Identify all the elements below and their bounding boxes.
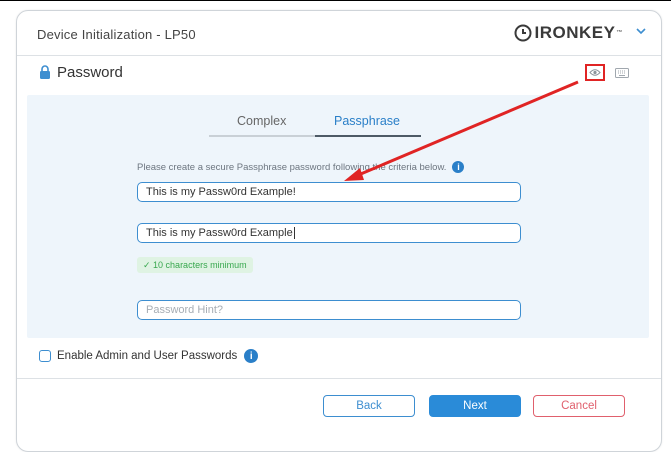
password-input[interactable]: This is my Passw0rd Example! xyxy=(137,182,521,202)
show-password-button[interactable] xyxy=(585,64,605,81)
footer-divider xyxy=(17,378,661,379)
admin-user-option: Enable Admin and User Passwords i xyxy=(39,349,259,363)
active-tab-indicator xyxy=(315,135,421,137)
eye-icon xyxy=(589,69,601,76)
instructions-text: Please create a secure Passphrase passwo… xyxy=(137,161,447,173)
section-title: Password xyxy=(57,64,123,81)
info-icon[interactable]: i xyxy=(244,349,259,363)
tab-passphrase[interactable]: Passphrase xyxy=(334,114,400,128)
window-title: Device Initialization - LP50 xyxy=(37,27,196,42)
info-icon[interactable]: i xyxy=(452,161,465,173)
back-button[interactable]: Back xyxy=(323,395,415,417)
tab-complex[interactable]: Complex xyxy=(237,114,286,128)
chevron-down-icon[interactable] xyxy=(636,27,646,35)
logo-trademark: ™ xyxy=(616,30,623,36)
password-hint-placeholder: Password Hint? xyxy=(146,304,224,316)
next-button[interactable]: Next xyxy=(429,395,521,417)
ironkey-logo: IRONKEY ™ xyxy=(514,23,623,43)
cancel-button[interactable]: Cancel xyxy=(533,395,625,417)
dialog-window: Device Initialization - LP50 IRONKEY ™ Pa… xyxy=(16,10,662,452)
password-panel: Complex Passphrase Please create a secur… xyxy=(27,95,649,338)
top-border xyxy=(0,0,671,1)
confirm-password-input[interactable]: This is my Passw0rd Example xyxy=(137,223,521,243)
password-type-tabs: Complex Passphrase xyxy=(209,107,421,137)
lock-icon xyxy=(40,65,50,79)
enable-admin-label[interactable]: Enable Admin and User Passwords xyxy=(57,350,237,362)
logo-mark-icon xyxy=(514,24,532,42)
confirm-password-value: This is my Passw0rd Example xyxy=(146,227,293,239)
logo-text: IRONKEY xyxy=(534,23,616,42)
password-value: This is my Passw0rd Example! xyxy=(146,186,296,198)
criteria-badge: ✓ 10 characters minimum xyxy=(137,257,253,273)
enable-admin-checkbox[interactable] xyxy=(39,350,51,362)
password-hint-input[interactable]: Password Hint? xyxy=(137,300,521,320)
section-header: Password xyxy=(39,64,123,81)
text-cursor xyxy=(293,227,295,240)
instructions: Please create a secure Passphrase passwo… xyxy=(137,161,465,173)
header-divider xyxy=(17,55,661,56)
keyboard-icon[interactable] xyxy=(615,68,629,78)
